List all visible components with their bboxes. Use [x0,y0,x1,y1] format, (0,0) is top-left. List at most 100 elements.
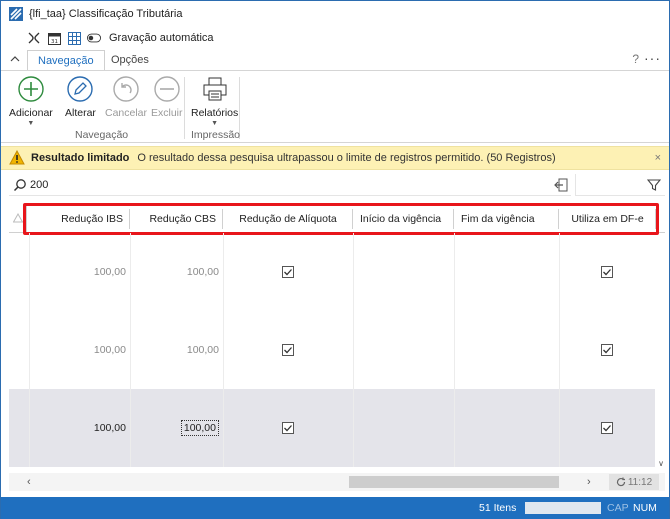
chevron-down-icon: ▼ [27,120,35,127]
scroll-left-icon[interactable]: ‹ [27,476,31,488]
table-row-selected[interactable]: 100,00 100,00 [9,389,655,467]
cell-fim-vigencia[interactable] [454,311,559,389]
chevron-down-icon[interactable]: ∨ [658,459,664,468]
refresh-icon [616,477,625,487]
cell-inicio-vigencia[interactable] [353,389,454,467]
cell-inicio-vigencia[interactable] [353,233,454,311]
grid-header-row: Redução IBS Redução CBS Redução de Alíqu… [9,203,665,233]
warning-title: Resultado limitado [31,152,130,164]
checkbox-checked-icon[interactable] [601,422,613,434]
cell-reducao-ibs[interactable]: 100,00 [29,233,130,311]
tab-navegacao[interactable]: Navegação [27,50,105,71]
reports-button-label: Relatórios [191,107,239,119]
add-button-label: Adicionar [9,107,53,119]
tab-opcoes[interactable]: Opções [101,50,159,70]
autosave-label: Gravação automática [109,32,214,44]
cell-reducao-aliquota[interactable] [223,389,353,467]
printer-icon [203,77,227,101]
cell-utiliza-dfe[interactable] [559,311,655,389]
num-lock-indicator: NUM [633,502,657,514]
column-header-reducao-cbs[interactable]: Redução CBS [131,209,223,229]
cell-inicio-vigencia[interactable] [353,311,454,389]
table-row[interactable]: 100,00 100,00 [9,233,655,311]
group-label-impressao: Impressão [191,129,241,141]
app-window: {lfi_taa} Classificação Tributária 31 Gr… [0,0,670,519]
chevron-up-icon[interactable] [9,53,21,65]
app-logo-icon [9,7,23,21]
cancel-button[interactable]: Cancelar [105,75,147,119]
status-bar: 51 Itens CAP NUM [1,497,669,519]
cell-fim-vigencia[interactable] [454,233,559,311]
title-bar: {lfi_taa} Classificação Tributária [1,1,669,27]
horizontal-scrollbar[interactable]: ‹ › 11:12 [9,473,665,491]
svg-text:31: 31 [51,39,58,45]
checkbox-checked-icon[interactable] [601,344,613,356]
row-status-column [9,203,27,233]
warning-message: O resultado dessa pesquisa ultrapassou o… [137,152,556,164]
warning-icon [9,150,25,165]
search-input[interactable] [30,178,430,191]
cell-value: 100,00 [93,344,126,356]
edit-pencil-icon [67,76,94,102]
cell-reducao-cbs[interactable]: 100,00 [130,233,223,311]
column-header-utiliza-dfe[interactable]: Utiliza em DF-e [560,209,656,229]
refresh-button[interactable]: 11:12 [609,474,659,490]
scrollbar-thumb[interactable] [349,476,559,488]
undo-icon [113,76,139,102]
scroll-right-icon[interactable]: › [587,476,591,488]
checkbox-checked-icon[interactable] [282,344,294,356]
checkbox-checked-icon[interactable] [601,266,613,278]
group-label-navegacao: Navegação [75,129,129,141]
delete-button[interactable]: Excluir [151,75,183,119]
edit-button-label: Alterar [65,107,96,119]
more-options-icon[interactable]: ··· [644,50,661,66]
close-icon[interactable]: × [655,152,661,164]
cell-reducao-cbs[interactable]: 100,00 [130,389,223,467]
cell-utiliza-dfe[interactable] [559,389,655,467]
checkbox-checked-icon[interactable] [282,266,294,278]
chevron-down-icon: ▼ [211,120,219,127]
data-grid: Redução IBS Redução CBS Redução de Alíqu… [9,203,665,468]
caps-lock-indicator: CAP [607,502,629,514]
edit-button[interactable]: Alterar [65,75,96,119]
pin-icon[interactable] [27,31,41,45]
search-box [9,174,571,196]
checkbox-checked-icon[interactable] [282,422,294,434]
reports-button[interactable]: Relatórios ▼ [191,75,238,127]
autosave-toggle-icon[interactable] [87,31,101,45]
group-separator [184,77,185,139]
help-icon[interactable]: ? [632,52,639,66]
warning-icon [12,213,23,223]
column-header-reducao-ibs[interactable]: Redução IBS [29,209,130,229]
cell-value: 100,00 [186,266,219,278]
cell-value: 100,00 [93,422,126,434]
quick-access-toolbar: 31 Gravação automática [27,29,214,47]
cancel-button-label: Cancelar [105,107,148,119]
filter-icon[interactable] [647,178,661,192]
column-header-inicio-vigencia[interactable]: Início da vigência [354,209,454,229]
vertical-scrollbar[interactable]: ∨ [655,233,665,468]
grid-view-icon[interactable] [67,31,81,45]
column-header-reducao-aliquota[interactable]: Redução de Alíquota [224,209,353,229]
cell-reducao-ibs[interactable]: 100,00 [29,311,130,389]
item-count: 51 Itens [479,502,517,514]
calendar-icon[interactable]: 31 [47,31,61,45]
cell-utiliza-dfe[interactable] [559,233,655,311]
cell-reducao-cbs[interactable]: 100,00 [130,311,223,389]
ribbon-tabs: Navegação Opções ? ··· [1,50,669,71]
export-icon[interactable] [554,178,568,192]
cell-value: 100,00 [93,266,126,278]
add-circle-icon [18,76,44,102]
cell-reducao-ibs[interactable]: 100,00 [29,389,130,467]
search-icon [13,178,26,191]
cell-reducao-aliquota[interactable] [223,311,353,389]
search-row [9,174,669,196]
column-header-fim-vigencia[interactable]: Fim da vigência [455,209,559,229]
cell-fim-vigencia[interactable] [454,389,559,467]
cell-reducao-aliquota[interactable] [223,233,353,311]
table-row[interactable]: 100,00 100,00 [9,311,655,389]
focused-cell-value[interactable]: 100,00 [180,420,219,436]
add-button[interactable]: Adicionar ▼ [9,75,53,127]
filter-box[interactable] [575,174,665,196]
remove-circle-icon [154,76,180,102]
